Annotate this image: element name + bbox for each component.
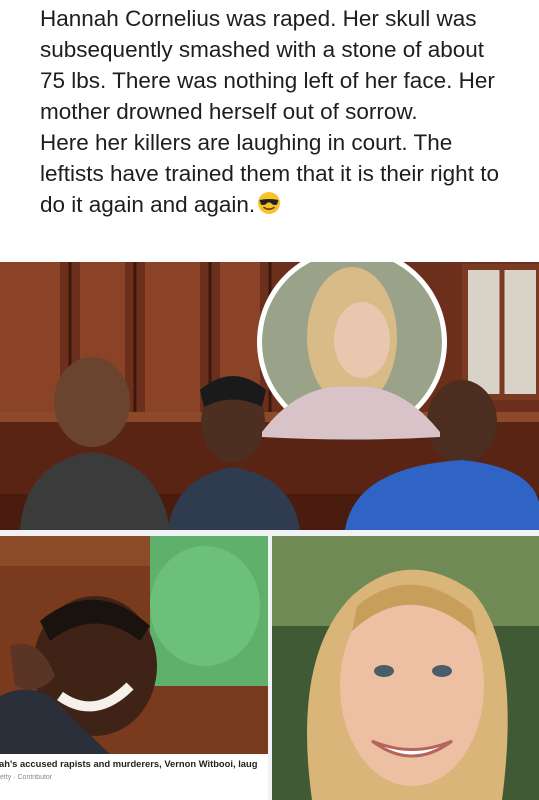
- courtroom-image: [0, 262, 539, 530]
- caption-text: ah's accused rapists and murderers, Vern…: [0, 758, 258, 769]
- laughing-man-photo[interactable]: ah's accused rapists and murderers, Vern…: [0, 536, 268, 800]
- caption-credit: etty · Contributor: [0, 774, 53, 781]
- post-paragraph-1: Hannah Cornelius was raped. Her skull wa…: [40, 6, 495, 124]
- portrait-photo[interactable]: [272, 536, 539, 800]
- photo-caption: ah's accused rapists and murderers, Vern…: [0, 754, 268, 800]
- smiling-face-with-sunglasses-icon: [257, 191, 281, 215]
- portrait-image: [272, 536, 539, 800]
- courtroom-photo[interactable]: [0, 262, 539, 530]
- post-text: Hannah Cornelius was raped. Her skull wa…: [0, 0, 539, 262]
- post-paragraph-2: Here her killers are laughing in court. …: [40, 127, 509, 220]
